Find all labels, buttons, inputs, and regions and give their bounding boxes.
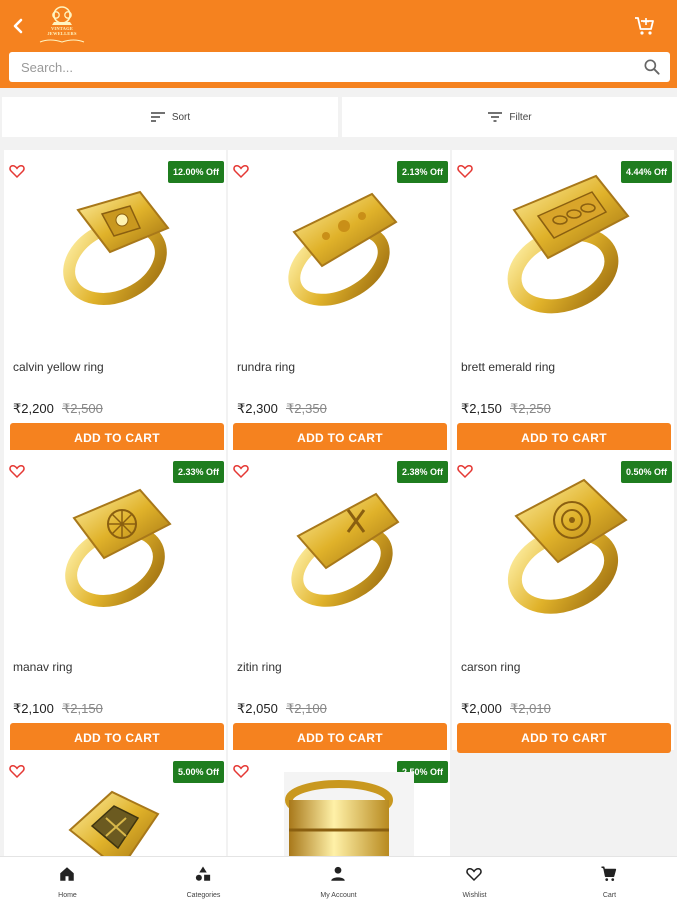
wishlist-heart-icon[interactable]	[232, 762, 250, 780]
filter-icon	[488, 112, 503, 122]
add-to-cart-button[interactable]: ADD TO CART	[233, 723, 447, 753]
product-card[interactable]: 2.50% Off	[228, 750, 450, 856]
ring-image	[65, 488, 172, 607]
app-header: VINTAGE JEWELLERS	[0, 0, 677, 88]
nav-label: Wishlist	[462, 892, 487, 899]
product-card[interactable]: 2.33% Off manav ring ₹2,100 ₹2,150 ADD T…	[4, 450, 226, 753]
brand-logo: VINTAGE JEWELLERS	[36, 4, 88, 46]
ring-image	[291, 492, 400, 607]
search-input[interactable]	[9, 52, 629, 82]
product-name[interactable]: carson ring	[461, 660, 520, 674]
product-card[interactable]: 0.50% Off carson ring ₹2,000 ₹2,010 ADD …	[452, 450, 674, 753]
product-mrp: ₹2,010	[510, 701, 551, 716]
product-price: ₹2,200	[13, 401, 54, 416]
search-bar	[9, 52, 670, 82]
nav-wishlist[interactable]: Wishlist	[407, 857, 542, 900]
add-to-cart-button[interactable]: ADD TO CART	[457, 423, 671, 453]
nav-categories[interactable]: Categories	[136, 857, 271, 900]
wishlist-heart-icon[interactable]	[8, 762, 26, 780]
add-to-cart-button[interactable]: ADD TO CART	[10, 423, 224, 453]
product-mrp: ₹2,250	[510, 401, 551, 416]
sort-filter-bar: Sort Filter	[0, 97, 677, 137]
product-card[interactable]: 4.44% Off brett emerald ring ₹2,150 ₹2,2…	[452, 150, 674, 453]
product-name[interactable]: rundra ring	[237, 360, 295, 374]
ring-image	[507, 174, 630, 314]
add-to-cart-button[interactable]: ADD TO CART	[233, 423, 447, 453]
product-mrp: ₹2,500	[62, 401, 103, 416]
ring-image	[63, 190, 170, 305]
product-card[interactable]: 12.00% Off calvin yellow ring ₹2,200 ₹2,…	[4, 150, 226, 453]
sort-icon	[150, 112, 165, 122]
cart-icon	[601, 866, 617, 881]
product-price: ₹2,000	[461, 701, 502, 716]
search-icon[interactable]	[642, 57, 662, 77]
ring-image	[284, 772, 414, 856]
logo-flourish-icon	[39, 39, 85, 43]
sort-button[interactable]: Sort	[2, 97, 338, 137]
nav-label: My Account	[320, 892, 357, 899]
categories-icon	[195, 866, 211, 881]
product-name[interactable]: brett emerald ring	[461, 360, 555, 374]
wishlist-heart-icon[interactable]	[232, 462, 250, 480]
wishlist-heart-icon[interactable]	[8, 462, 26, 480]
header-cart-button[interactable]	[633, 14, 657, 38]
account-icon	[331, 866, 345, 881]
wishlist-heart-icon[interactable]	[232, 162, 250, 180]
filter-label: Filter	[509, 111, 532, 123]
wishlist-heart-icon[interactable]	[8, 162, 26, 180]
sort-label: Sort	[171, 111, 191, 123]
nav-home[interactable]: Home	[0, 857, 135, 900]
cart-add-icon	[635, 17, 654, 35]
product-price: ₹2,300	[237, 401, 278, 416]
crown-icon	[52, 6, 72, 25]
product-mrp: ₹2,100	[286, 701, 327, 716]
ring-image	[507, 478, 628, 614]
add-to-cart-button[interactable]: ADD TO CART	[457, 723, 671, 753]
product-name[interactable]: calvin yellow ring	[13, 360, 104, 374]
nav-cart[interactable]: Cart	[542, 857, 677, 900]
product-price: ₹2,050	[237, 701, 278, 716]
nav-label: Home	[58, 892, 77, 899]
nav-label: Categories	[186, 892, 221, 899]
product-name[interactable]: manav ring	[13, 660, 72, 674]
wishlist-heart-icon[interactable]	[456, 462, 474, 480]
filter-button[interactable]: Filter	[342, 97, 677, 137]
product-price: ₹2,150	[461, 401, 502, 416]
heart-icon	[466, 867, 482, 882]
logo-text: VINTAGE JEWELLERS	[36, 26, 88, 36]
nav-label: Cart	[602, 892, 617, 899]
logo-line-2: JEWELLERS	[47, 31, 77, 36]
product-mrp: ₹2,350	[286, 401, 327, 416]
back-arrow-icon	[13, 18, 23, 34]
ring-image	[68, 790, 160, 856]
product-mrp: ₹2,150	[62, 701, 103, 716]
ring-image	[288, 192, 398, 306]
product-name[interactable]: zitin ring	[237, 660, 282, 674]
back-button[interactable]	[6, 14, 30, 38]
product-card[interactable]: 5.00% Off	[4, 750, 226, 856]
add-to-cart-button[interactable]: ADD TO CART	[10, 723, 224, 753]
product-card[interactable]: 2.38% Off zitin ring ₹2,050 ₹2,100 ADD T…	[228, 450, 450, 753]
wishlist-heart-icon[interactable]	[456, 162, 474, 180]
product-price: ₹2,100	[13, 701, 54, 716]
nav-my-account[interactable]: My Account	[271, 857, 406, 900]
product-card[interactable]: 2.13% Off rundra ring ₹2,300 ₹2,350 ADD …	[228, 150, 450, 453]
bottom-navigation: Home Categories My Account Wishlist Cart	[0, 856, 677, 900]
home-icon	[60, 867, 74, 881]
